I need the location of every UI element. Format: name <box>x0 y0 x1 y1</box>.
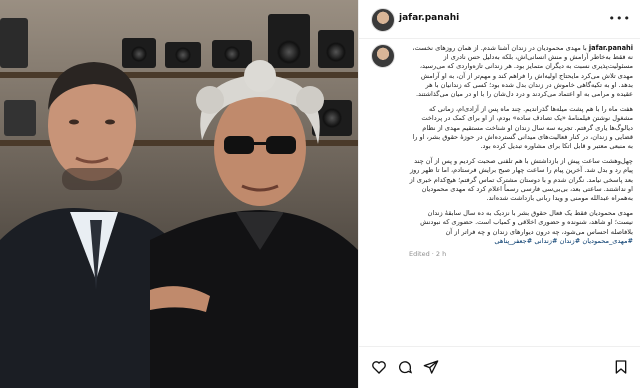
username-link[interactable]: jafar.panahi <box>399 13 459 23</box>
post-header: jafar.panahi ••• <box>359 0 640 39</box>
post-panel: jafar.panahi ••• jafar.panahi با مهدی مح… <box>358 0 640 388</box>
share-icon[interactable] <box>423 359 439 375</box>
more-options-icon[interactable]: ••• <box>609 12 631 25</box>
avatar[interactable] <box>371 44 395 68</box>
avatar[interactable] <box>371 8 395 32</box>
post-photo <box>0 0 358 388</box>
caption-paragraph: jafar.panahi با مهدی محمودیان در زندان آ… <box>409 44 633 99</box>
caption-username-link[interactable]: jafar.panahi <box>589 44 633 52</box>
caption-paragraph: هفت ماه را با هم پشت میله‌ها گذراندیم. چ… <box>410 105 633 151</box>
edited-timestamp: Edited · 2 h <box>409 250 447 259</box>
heart-icon[interactable] <box>371 359 387 375</box>
caption-paragraph: چهل‌وهشت ساعت پیش از بازداشتش با هم تلفن… <box>407 157 633 203</box>
caption-text: با مهدی محمودیان در زندان آشنا شدم. از ه… <box>410 44 633 99</box>
caption-paragraph: مهدی محمودیان فقط یک فعال حقوق بشر با نز… <box>409 209 633 246</box>
hashtags-link[interactable]: #مهدی_محمودیان #زندان #زندانی #جعفر_پناه… <box>494 237 633 245</box>
caption-area: jafar.panahi با مهدی محمودیان در زندان آ… <box>371 44 633 344</box>
caption-text: مهدی محمودیان فقط یک فعال حقوق بشر با نز… <box>418 209 633 236</box>
comment-icon[interactable] <box>397 359 413 375</box>
bookmark-icon[interactable] <box>613 359 629 375</box>
action-bar <box>359 346 640 389</box>
person-right <box>150 60 358 388</box>
